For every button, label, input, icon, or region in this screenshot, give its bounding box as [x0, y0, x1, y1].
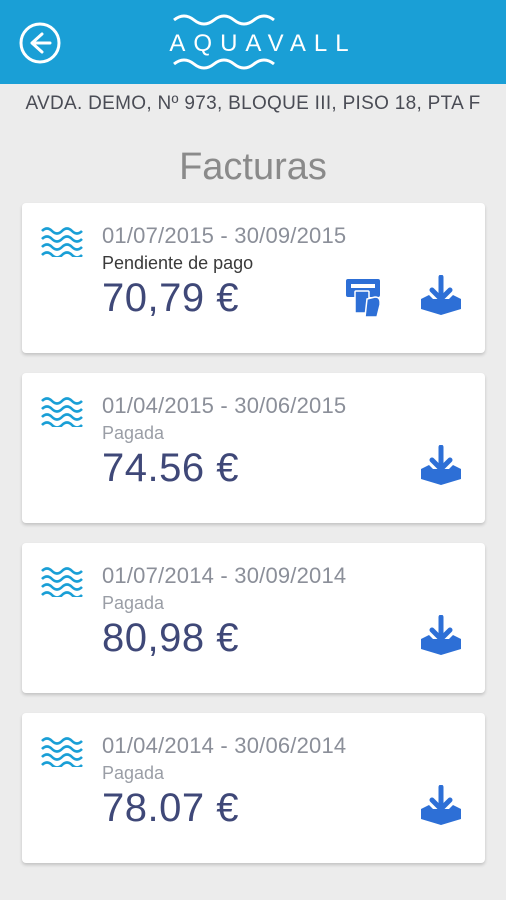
water-waves-icon: [41, 227, 83, 257]
logo-wave-bottom-icon: [173, 58, 275, 70]
invoice-status: Pagada: [102, 593, 165, 613]
invoice-amount: 80,98 €: [102, 616, 239, 660]
invoice-card[interactable]: 01/07/2015 - 30/09/2015 Pendiente de pag…: [22, 203, 485, 353]
water-waves-icon: [41, 737, 83, 767]
water-waves-icon: [41, 397, 83, 427]
back-arrow-icon: [19, 22, 61, 64]
invoice-card[interactable]: 01/07/2014 - 30/09/2014 Pagada 80,98 €: [22, 543, 485, 693]
invoice-period: 01/04/2014 - 30/06/2014: [102, 733, 347, 758]
app-header: AQUAVALL: [0, 0, 506, 84]
download-tray-icon[interactable]: [419, 615, 463, 657]
invoice-status: Pendiente de pago: [102, 253, 254, 273]
page-title: Facturas: [179, 146, 327, 188]
invoice-status: Pagada: [102, 423, 165, 443]
brand-name: AQUAVALL: [169, 30, 357, 57]
invoice-period: 01/04/2015 - 30/06/2015: [102, 393, 347, 418]
invoice-amount: 74.56 €: [102, 446, 239, 490]
logo-wave-top-icon: [173, 14, 275, 26]
water-waves-icon: [41, 567, 83, 597]
invoice-status: Pagada: [102, 763, 165, 783]
download-tray-icon[interactable]: [419, 785, 463, 827]
invoice-amount: 78.07 €: [102, 786, 239, 830]
download-tray-icon[interactable]: [419, 445, 463, 487]
atm-card-payment-icon[interactable]: [345, 275, 385, 319]
back-button[interactable]: [18, 21, 62, 65]
invoice-period: 01/07/2015 - 30/09/2015: [102, 223, 347, 248]
invoice-card[interactable]: 01/04/2014 - 30/06/2014 Pagada 78.07 €: [22, 713, 485, 863]
supply-address: AVDA. DEMO, Nº 973, BLOQUE III, PISO 18,…: [25, 93, 481, 114]
invoice-card[interactable]: 01/04/2015 - 30/06/2015 Pagada 74.56 €: [22, 373, 485, 523]
download-tray-icon[interactable]: [419, 275, 463, 317]
invoice-amount: 70,79 €: [102, 276, 239, 320]
aquavall-logo: AQUAVALL: [168, 12, 358, 74]
invoice-period: 01/07/2014 - 30/09/2014: [102, 563, 347, 588]
